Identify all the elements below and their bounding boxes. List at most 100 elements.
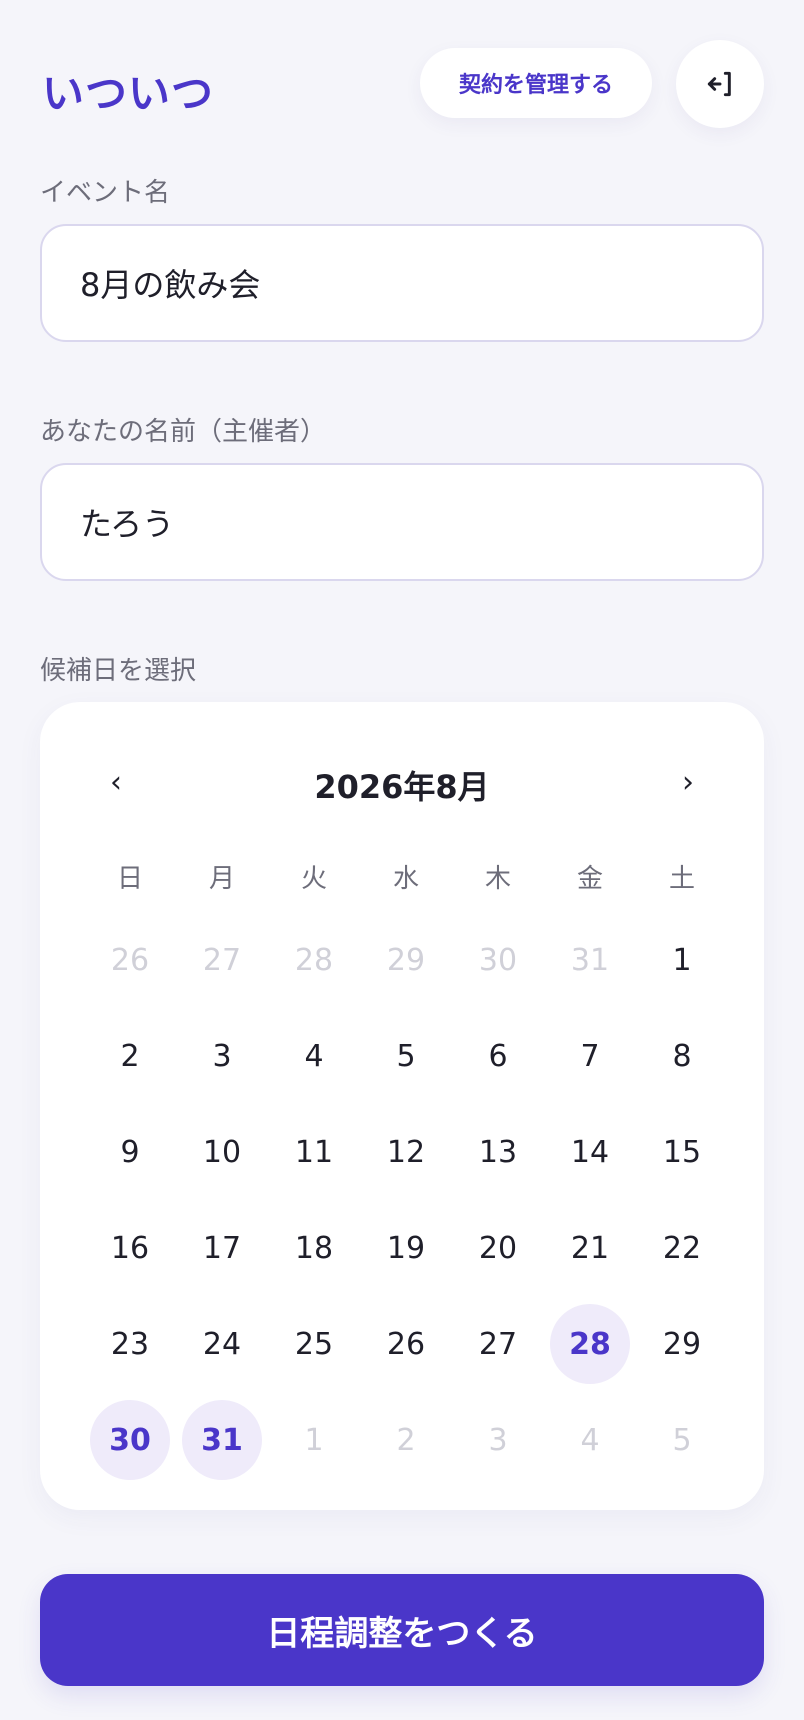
calendar-day-cell: 14: [544, 1104, 636, 1200]
calendar-day-cell: 25: [268, 1296, 360, 1392]
calendar-day[interactable]: 6: [458, 1016, 538, 1096]
calendar-day[interactable]: 20: [458, 1208, 538, 1288]
calendar-day-cell: 2: [360, 1392, 452, 1488]
create-schedule-button[interactable]: 日程調整をつくる: [40, 1574, 764, 1686]
calendar-day[interactable]: 28: [274, 920, 354, 1000]
calendar-day-cell: 13: [452, 1104, 544, 1200]
calendar-day-cell: 26: [84, 912, 176, 1008]
calendar-day-grid: 26 27 28 29 30 31 1 2 3 4 5 6 7 8 9 10 11 12 13 14 15 16 17 18 1…: [84, 912, 728, 1488]
calendar-day-cell: 1: [636, 912, 728, 1008]
calendar-day[interactable]: 3: [458, 1400, 538, 1480]
weekday-sat: 土: [668, 864, 695, 894]
calendar-day[interactable]: 19: [366, 1208, 446, 1288]
calendar-day-cell: 20: [452, 1200, 544, 1296]
calendar-day-cell: 17: [176, 1200, 268, 1296]
calendar-day[interactable]: 25: [274, 1304, 354, 1384]
calendar-day[interactable]: 30: [90, 1400, 170, 1480]
event-name-label: イベント名: [40, 178, 171, 208]
logout-button[interactable]: [676, 40, 764, 128]
candidate-date-label: 候補日を選択: [40, 656, 197, 686]
calendar-day-cell: 16: [84, 1200, 176, 1296]
calendar-day[interactable]: 23: [90, 1304, 170, 1384]
weekday-wed: 水: [392, 864, 419, 894]
manage-contract-button[interactable]: 契約を管理する: [420, 48, 652, 118]
calendar-day-cell: 28: [544, 1296, 636, 1392]
calendar-day[interactable]: 10: [182, 1112, 262, 1192]
calendar-day-cell: 27: [452, 1296, 544, 1392]
weekday-fri: 金: [576, 864, 603, 894]
calendar-day[interactable]: 13: [458, 1112, 538, 1192]
calendar-day[interactable]: 28: [550, 1304, 630, 1384]
calendar-day-cell: 15: [636, 1104, 728, 1200]
weekday-tue: 火: [300, 864, 327, 894]
calendar-day-cell: 6: [452, 1008, 544, 1104]
calendar-day[interactable]: 16: [90, 1208, 170, 1288]
calendar-day[interactable]: 9: [90, 1112, 170, 1192]
calendar-day[interactable]: 21: [550, 1208, 630, 1288]
calendar-day-cell: 5: [636, 1392, 728, 1488]
calendar-day-cell: 31: [544, 912, 636, 1008]
calendar-day-cell: 23: [84, 1296, 176, 1392]
calendar-day[interactable]: 2: [90, 1016, 170, 1096]
calendar-day-cell: 7: [544, 1008, 636, 1104]
calendar-day[interactable]: 24: [182, 1304, 262, 1384]
next-month-button[interactable]: ›: [660, 754, 716, 810]
weekday-thu: 木: [484, 864, 511, 894]
weekday-sun: 日: [116, 864, 143, 894]
calendar-day[interactable]: 31: [182, 1400, 262, 1480]
calendar-day-cell: 30: [452, 912, 544, 1008]
calendar-day-cell: 3: [452, 1392, 544, 1488]
calendar-day[interactable]: 5: [642, 1400, 722, 1480]
host-name-input[interactable]: [40, 463, 764, 581]
calendar-day-cell: 9: [84, 1104, 176, 1200]
calendar-day[interactable]: 27: [182, 920, 262, 1000]
calendar-day[interactable]: 4: [550, 1400, 630, 1480]
calendar-day-cell: 12: [360, 1104, 452, 1200]
calendar-day[interactable]: 14: [550, 1112, 630, 1192]
calendar-day-cell: 10: [176, 1104, 268, 1200]
calendar-day[interactable]: 27: [458, 1304, 538, 1384]
calendar-day-cell: 27: [176, 912, 268, 1008]
calendar-day[interactable]: 7: [550, 1016, 630, 1096]
calendar-day[interactable]: 29: [366, 920, 446, 1000]
calendar-day-cell: 24: [176, 1296, 268, 1392]
brand-logo: いついつ: [42, 69, 215, 118]
calendar-day-cell: 4: [544, 1392, 636, 1488]
calendar-day-cell: 30: [84, 1392, 176, 1488]
calendar-day[interactable]: 4: [274, 1016, 354, 1096]
calendar-day-cell: 26: [360, 1296, 452, 1392]
calendar-day[interactable]: 30: [458, 920, 538, 1000]
calendar-day[interactable]: 8: [642, 1016, 722, 1096]
calendar-day[interactable]: 18: [274, 1208, 354, 1288]
calendar-day[interactable]: 5: [366, 1016, 446, 1096]
calendar-day[interactable]: 26: [90, 920, 170, 1000]
weekday-row: 日 月 火 水 木 金 土: [84, 858, 728, 895]
calendar-navigation: ‹ 2026年8月 ›: [40, 754, 764, 810]
calendar-day[interactable]: 12: [366, 1112, 446, 1192]
calendar-day-cell: 4: [268, 1008, 360, 1104]
calendar-day-cell: 21: [544, 1200, 636, 1296]
calendar-day[interactable]: 1: [274, 1400, 354, 1480]
calendar-day[interactable]: 26: [366, 1304, 446, 1384]
calendar-day-cell: 29: [360, 912, 452, 1008]
calendar-month-title: 2026年8月: [314, 768, 490, 806]
calendar-day[interactable]: 15: [642, 1112, 722, 1192]
calendar-day[interactable]: 22: [642, 1208, 722, 1288]
calendar-day[interactable]: 11: [274, 1112, 354, 1192]
date-picker-calendar: ‹ 2026年8月 › 日 月 火 水 木 金 土 26 27 28 29 30 31 1 2…: [40, 702, 764, 1510]
calendar-day-cell: 8: [636, 1008, 728, 1104]
calendar-day[interactable]: 17: [182, 1208, 262, 1288]
event-name-input[interactable]: [40, 224, 764, 342]
calendar-day-cell: 28: [268, 912, 360, 1008]
calendar-day[interactable]: 2: [366, 1400, 446, 1480]
calendar-day-cell: 5: [360, 1008, 452, 1104]
calendar-day[interactable]: 3: [182, 1016, 262, 1096]
weekday-mon: 月: [208, 864, 235, 894]
calendar-day[interactable]: 29: [642, 1304, 722, 1384]
calendar-day-cell: 29: [636, 1296, 728, 1392]
calendar-day-cell: 11: [268, 1104, 360, 1200]
calendar-day-cell: 22: [636, 1200, 728, 1296]
calendar-day-cell: 3: [176, 1008, 268, 1104]
calendar-day[interactable]: 1: [642, 920, 722, 1000]
calendar-day[interactable]: 31: [550, 920, 630, 1000]
